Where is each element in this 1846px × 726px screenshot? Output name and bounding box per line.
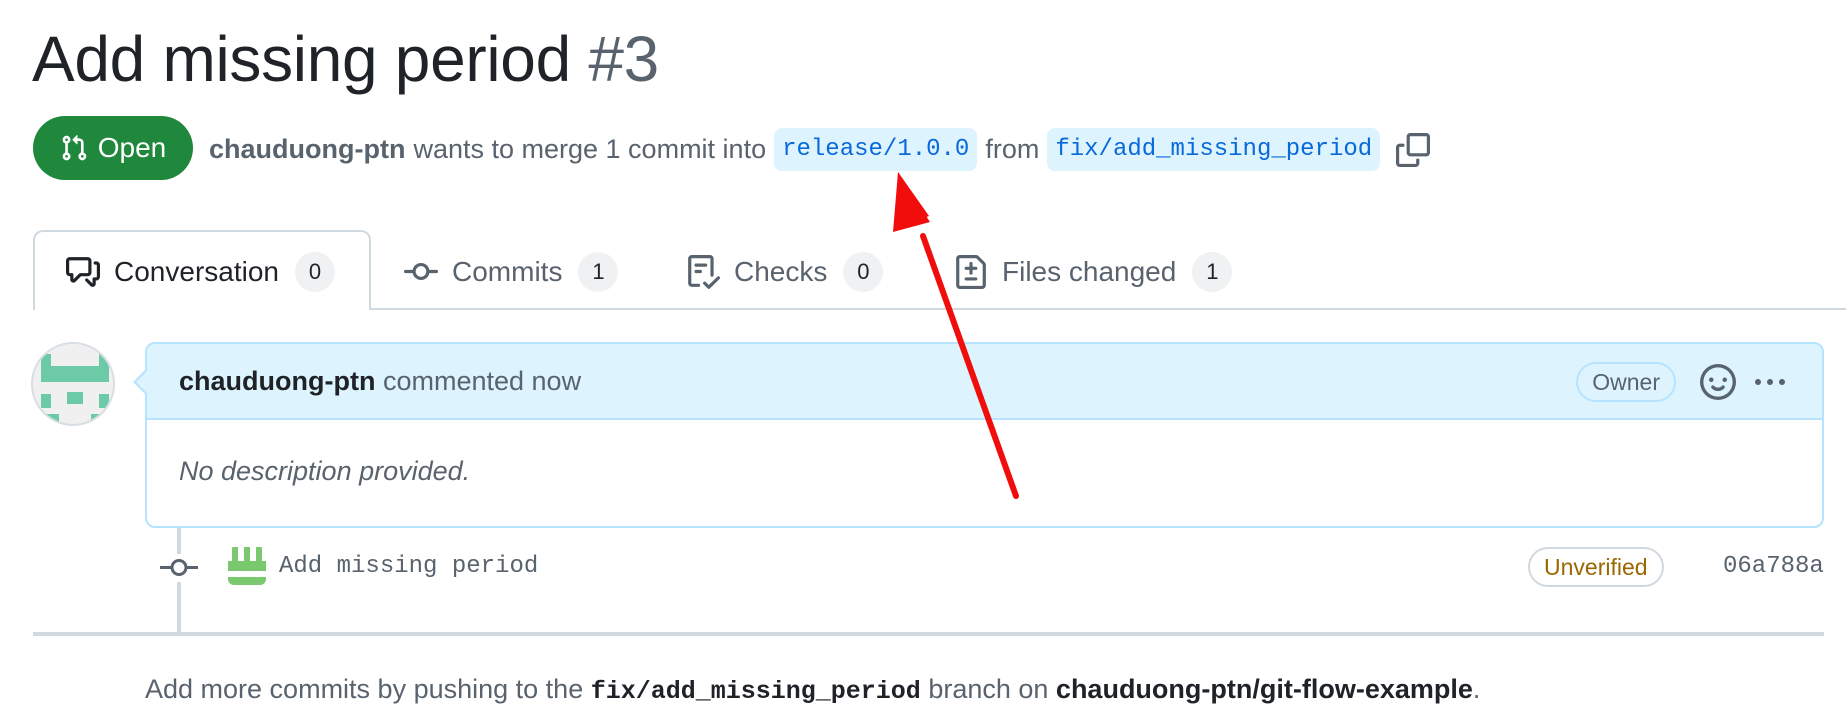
tab-files-changed-label: Files changed — [1002, 256, 1177, 287]
comment-author-link[interactable]: chauduong-ptn — [179, 366, 375, 396]
pr-author-link[interactable]: chauduong-ptn — [209, 134, 405, 165]
push-hint-middle: branch on — [928, 674, 1049, 704]
tab-conversation[interactable]: Conversation 0 — [66, 250, 335, 294]
push-hint-suffix: . — [1472, 674, 1481, 704]
owner-badge: Owner — [1576, 362, 1676, 402]
commit-node-icon — [160, 554, 198, 582]
tab-checks[interactable]: Checks 0 — [686, 250, 884, 294]
commit-sha-link[interactable]: 06a788a — [1723, 553, 1824, 580]
push-hint-prefix: Add more commits by pushing to the — [145, 674, 584, 704]
tab-commits-label: Commits — [452, 256, 563, 287]
copy-icon[interactable] — [1396, 132, 1431, 167]
author-avatar[interactable] — [31, 342, 115, 426]
tab-files-changed-count: 1 — [1192, 252, 1233, 292]
pr-title-text: Add missing period — [32, 23, 571, 95]
identicon-image — [228, 547, 266, 585]
head-branch-label[interactable]: fix/add_missing_period — [1047, 128, 1381, 171]
push-hint-branch: fix/add_missing_period — [590, 677, 921, 706]
pr-merge-summary: chauduong-ptn wants to merge 1 commit in… — [209, 128, 1431, 171]
merge-text: wants to merge 1 commit into — [413, 134, 767, 164]
git-pull-request-icon — [62, 135, 87, 161]
timeline-end-rule — [33, 632, 1824, 636]
from-text: from — [985, 134, 1040, 164]
pr-title: Add missing period #3 — [32, 22, 659, 96]
tab-conversation-count: 0 — [294, 252, 335, 292]
pr-number: #3 — [588, 23, 659, 95]
comment-header: chauduong-ptn commented now Owner — [136, 344, 1822, 420]
kebab-horizontal-icon[interactable] — [1752, 370, 1788, 394]
push-hint: Add more commits by pushing to the fix/a… — [145, 674, 1480, 706]
unverified-badge[interactable]: Unverified — [1528, 547, 1664, 587]
commit-message-link[interactable]: Add missing period — [279, 553, 538, 580]
tab-checks-label: Checks — [734, 256, 828, 287]
conversation-icon — [66, 257, 100, 287]
tab-commits[interactable]: Commits 1 — [404, 250, 619, 294]
file-diff-icon — [956, 255, 986, 289]
commit-icon — [404, 262, 438, 280]
tab-checks-count: 0 — [843, 252, 884, 292]
comment-action-text: commented now — [382, 366, 582, 396]
identicon-image — [33, 344, 113, 424]
push-hint-repo-link[interactable]: chauduong-ptn/git-flow-example — [1056, 674, 1473, 704]
pr-state-label: Open — [97, 132, 167, 163]
base-branch-label[interactable]: release/1.0.0 — [774, 128, 978, 171]
smiley-icon[interactable] — [1700, 364, 1736, 400]
pr-state-badge: Open — [33, 116, 193, 180]
comment-body: No description provided. — [179, 456, 471, 486]
checklist-icon — [688, 255, 720, 289]
commit-author-avatar[interactable] — [228, 547, 266, 585]
tab-files-changed[interactable]: Files changed 1 — [954, 250, 1233, 294]
comment-box: chauduong-ptn commented now Owner No des… — [133, 342, 1824, 528]
tab-conversation-label: Conversation — [114, 256, 279, 287]
tab-commits-count: 1 — [578, 252, 619, 292]
